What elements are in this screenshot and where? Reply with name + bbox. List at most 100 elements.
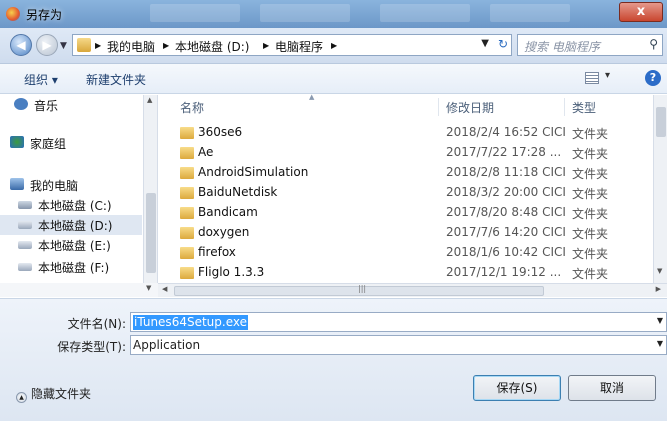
- scroll-grip-icon: |||: [358, 284, 367, 293]
- filename-dropdown-icon[interactable]: ▼: [657, 316, 663, 325]
- filetype-dropdown-icon[interactable]: ▼: [657, 339, 663, 348]
- scroll-up-icon[interactable]: ▲: [147, 96, 152, 104]
- cancel-button[interactable]: 取消: [568, 375, 656, 401]
- file-row[interactable]: AndroidSimulation 2018/2/8 11:18 CICI 文件夹: [164, 163, 653, 183]
- computer-icon: [10, 178, 24, 190]
- file-name: 360se6: [198, 125, 243, 139]
- title-bar: 另存为 x: [0, 0, 667, 28]
- folder-icon: [180, 167, 194, 179]
- new-folder-button[interactable]: 新建文件夹: [86, 71, 146, 88]
- folder-icon: [180, 247, 194, 259]
- folder-icon: [180, 187, 194, 199]
- column-header-name[interactable]: 名称: [180, 99, 204, 121]
- save-form: 文件名(N): iTunes64Setup.exe ▼ 保存类型(T): App…: [0, 298, 667, 421]
- nav-scrollbar[interactable]: ▲: [143, 95, 157, 283]
- file-name: doxygen: [198, 225, 250, 239]
- file-type: 文件夹: [572, 147, 609, 161]
- search-icon[interactable]: ⚲: [649, 37, 658, 51]
- file-name: Fliglo 1.3.3: [198, 265, 265, 279]
- file-name: Ae: [198, 145, 214, 159]
- background-tab-ghost: [150, 4, 240, 22]
- file-row[interactable]: Bandicam 2017/8/20 8:48 CICI 文件夹: [164, 203, 653, 223]
- refresh-icon[interactable]: ↻: [498, 37, 508, 51]
- address-dropdown-icon[interactable]: ▼: [481, 38, 489, 49]
- file-list-scroll-thumb[interactable]: [656, 107, 666, 137]
- file-list-scrollbar[interactable]: ▼: [653, 95, 667, 283]
- nav-item-label: 本地磁盘 (E:): [38, 239, 111, 253]
- nav-item-drive-e[interactable]: 本地磁盘 (E:): [0, 235, 142, 255]
- nav-item-drive-f[interactable]: 本地磁盘 (F:): [0, 257, 142, 277]
- nav-item-drive-c[interactable]: 本地磁盘 (C:): [0, 195, 142, 215]
- breadcrumb-computer[interactable]: 我的电脑: [107, 38, 155, 55]
- app-icon: [6, 7, 20, 21]
- sort-arrow-icon: ▲: [309, 93, 315, 101]
- filetype-select[interactable]: Application ▼: [130, 335, 667, 355]
- breadcrumb-separator: ▶: [263, 41, 270, 50]
- folder-icon: [180, 227, 194, 239]
- scroll-left-icon[interactable]: ◀: [162, 285, 167, 293]
- file-name: Bandicam: [198, 205, 258, 219]
- recent-locations-dropdown[interactable]: ▼: [60, 41, 67, 51]
- address-bar[interactable]: ▶ 我的电脑 ▶ 本地磁盘 (D:) ▶ 电脑程序 ▶ ▼ ↻: [72, 34, 512, 56]
- scroll-down-icon[interactable]: ▼: [657, 267, 662, 275]
- folder-icon: [180, 267, 194, 279]
- file-list: 名称 ▲ 修改日期 类型 360se6 2018/2/4 16:52 CICI 文件…: [164, 93, 667, 285]
- file-row[interactable]: 360se6 2018/2/4 16:52 CICI 文件夹: [164, 123, 653, 143]
- horizontal-scrollbar[interactable]: ◀ ||| ▶: [158, 283, 667, 297]
- nav-item-label: 本地磁盘 (F:): [38, 261, 110, 275]
- file-date: 2018/1/6 10:42 CICI: [446, 245, 566, 259]
- file-row[interactable]: firefox 2018/1/6 10:42 CICI 文件夹: [164, 243, 653, 263]
- background-tab-ghost: [260, 4, 350, 22]
- file-row[interactable]: Ae 2017/7/22 17:28 ... 文件夹: [164, 143, 653, 163]
- homegroup-icon: [10, 136, 24, 148]
- help-icon[interactable]: ?: [645, 70, 661, 86]
- file-type: 文件夹: [572, 227, 609, 241]
- filename-value: iTunes64Setup.exe: [133, 315, 248, 330]
- file-type: 文件夹: [572, 207, 609, 221]
- file-name: AndroidSimulation: [198, 165, 309, 179]
- collapse-icon: ▲: [16, 392, 27, 403]
- file-date: 2017/12/1 19:12 ...: [446, 265, 562, 279]
- nav-item-label: 本地磁盘 (D:): [38, 219, 113, 233]
- nav-item-computer[interactable]: 我的电脑: [0, 175, 142, 195]
- nav-item-music[interactable]: 音乐: [0, 95, 142, 115]
- scroll-right-icon[interactable]: ▶: [656, 285, 661, 293]
- organize-menu[interactable]: 组织 ▾: [24, 71, 58, 88]
- file-row[interactable]: doxygen 2017/7/6 14:20 CICI 文件夹: [164, 223, 653, 243]
- breadcrumb-programs[interactable]: 电脑程序: [275, 38, 323, 55]
- close-button[interactable]: x: [619, 2, 663, 22]
- nav-item-homegroup[interactable]: 家庭组: [0, 133, 142, 153]
- nav-scroll-thumb[interactable]: [146, 193, 156, 273]
- nav-item-label: 本地磁盘 (C:): [38, 199, 112, 213]
- save-button[interactable]: 保存(S): [473, 375, 561, 401]
- close-icon: x: [636, 4, 646, 19]
- filename-input[interactable]: iTunes64Setup.exe ▼: [130, 312, 667, 332]
- column-divider[interactable]: [438, 98, 439, 116]
- column-header-date[interactable]: 修改日期: [446, 99, 494, 121]
- forward-button[interactable]: ▶: [36, 34, 58, 56]
- file-date: 2018/2/4 16:52 CICI: [446, 125, 566, 139]
- nav-item-drive-d[interactable]: 本地磁盘 (D:): [0, 215, 142, 235]
- file-row[interactable]: BaiduNetdisk 2018/3/2 20:00 CICI 文件夹: [164, 183, 653, 203]
- breadcrumb-separator: ▶: [331, 41, 338, 50]
- breadcrumb-drive-d[interactable]: 本地磁盘 (D:): [175, 38, 249, 55]
- background-tab-ghost: [380, 4, 470, 22]
- hide-folders-label: 隐藏文件夹: [31, 387, 92, 401]
- command-bar: 组织 ▾ 新建文件夹 ▾ ?: [0, 64, 667, 94]
- drive-icon: [18, 221, 32, 229]
- file-type: 文件夹: [572, 267, 609, 281]
- scroll-down-icon[interactable]: ▼: [146, 284, 151, 292]
- hide-folders-toggle[interactable]: ▲ 隐藏文件夹: [16, 385, 91, 403]
- view-dropdown-icon[interactable]: ▾: [605, 70, 610, 81]
- nav-bottom-bar: ▼: [0, 283, 158, 297]
- column-divider[interactable]: [564, 98, 565, 116]
- breadcrumb-separator: ▶: [163, 41, 170, 50]
- folder-icon: [180, 147, 194, 159]
- file-row[interactable]: Fliglo 1.3.3 2017/12/1 19:12 ... 文件夹: [164, 263, 653, 281]
- filetype-label: 保存类型(T):: [57, 340, 126, 354]
- column-header-type[interactable]: 类型: [572, 99, 596, 121]
- file-date: 2017/7/6 14:20 CICI: [446, 225, 566, 239]
- search-box[interactable]: 搜索 电脑程序 ⚲: [517, 34, 663, 56]
- view-icon[interactable]: [585, 72, 599, 84]
- back-button[interactable]: ◀: [10, 34, 32, 56]
